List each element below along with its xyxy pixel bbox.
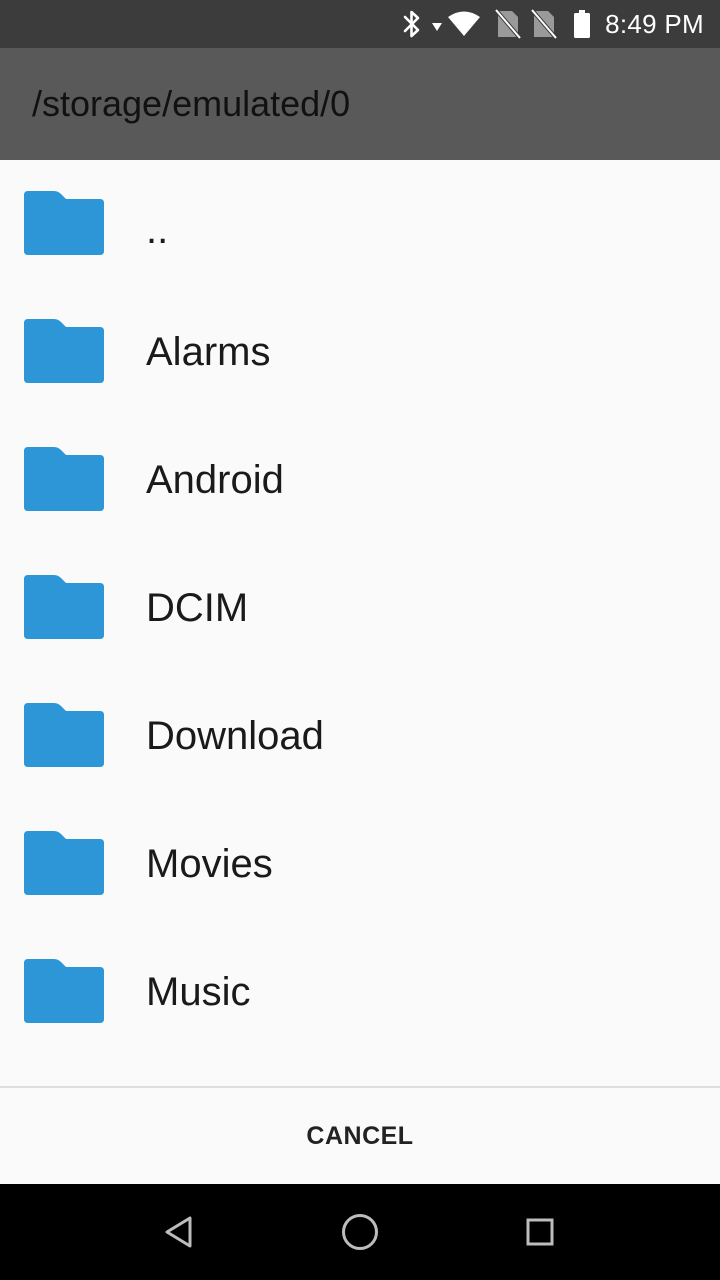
folder-label: Android	[146, 458, 284, 502]
no-sim-icon	[531, 9, 558, 39]
folder-item-music[interactable]: Music	[0, 928, 720, 1056]
recents-icon	[526, 1218, 554, 1246]
folder-label: Movies	[146, 842, 273, 886]
cancel-button[interactable]: CANCEL	[280, 1100, 440, 1172]
wifi-icon	[447, 9, 481, 39]
file-picker-screen: 8:49 PM /storage/emulated/0 .. Alarms An…	[0, 0, 720, 1280]
bluetooth-icon	[401, 9, 423, 39]
folder-item-android[interactable]: Android	[0, 416, 720, 544]
folder-item-download[interactable]: Download	[0, 672, 720, 800]
home-icon	[342, 1214, 378, 1250]
folder-icon	[24, 319, 104, 383]
navigation-bar	[0, 1184, 720, 1280]
back-icon	[165, 1216, 192, 1248]
battery-icon	[573, 9, 591, 39]
folder-item-movies[interactable]: Movies	[0, 800, 720, 928]
status-icons: 8:49 PM	[391, 0, 704, 48]
dialog-actions: CANCEL	[0, 1088, 720, 1184]
no-sim-icon	[495, 9, 522, 39]
folder-label: ..	[146, 208, 169, 252]
folder-icon	[24, 959, 104, 1023]
status-bar: 8:49 PM	[0, 0, 720, 48]
folder-item-parent[interactable]: ..	[0, 160, 720, 288]
folder-label: Music	[146, 970, 251, 1014]
folder-list: .. Alarms Android DCIM Download Movies M…	[0, 160, 720, 1086]
folder-icon	[24, 831, 104, 895]
back-button[interactable]	[150, 1202, 210, 1262]
home-button[interactable]	[330, 1202, 390, 1262]
folder-icon	[24, 447, 104, 511]
folder-item-alarms[interactable]: Alarms	[0, 288, 720, 416]
current-path-title: /storage/emulated/0	[32, 83, 351, 124]
folder-icon	[24, 191, 104, 255]
recents-button[interactable]	[510, 1202, 570, 1262]
folder-label: DCIM	[146, 586, 249, 630]
data-arrow-icon	[431, 9, 443, 39]
folder-item-dcim[interactable]: DCIM	[0, 544, 720, 672]
folder-icon	[24, 575, 104, 639]
folder-label: Download	[146, 714, 324, 758]
folder-label: Alarms	[146, 330, 271, 374]
app-bar: /storage/emulated/0	[0, 48, 720, 160]
status-time: 8:49 PM	[605, 8, 704, 39]
folder-icon	[24, 703, 104, 767]
